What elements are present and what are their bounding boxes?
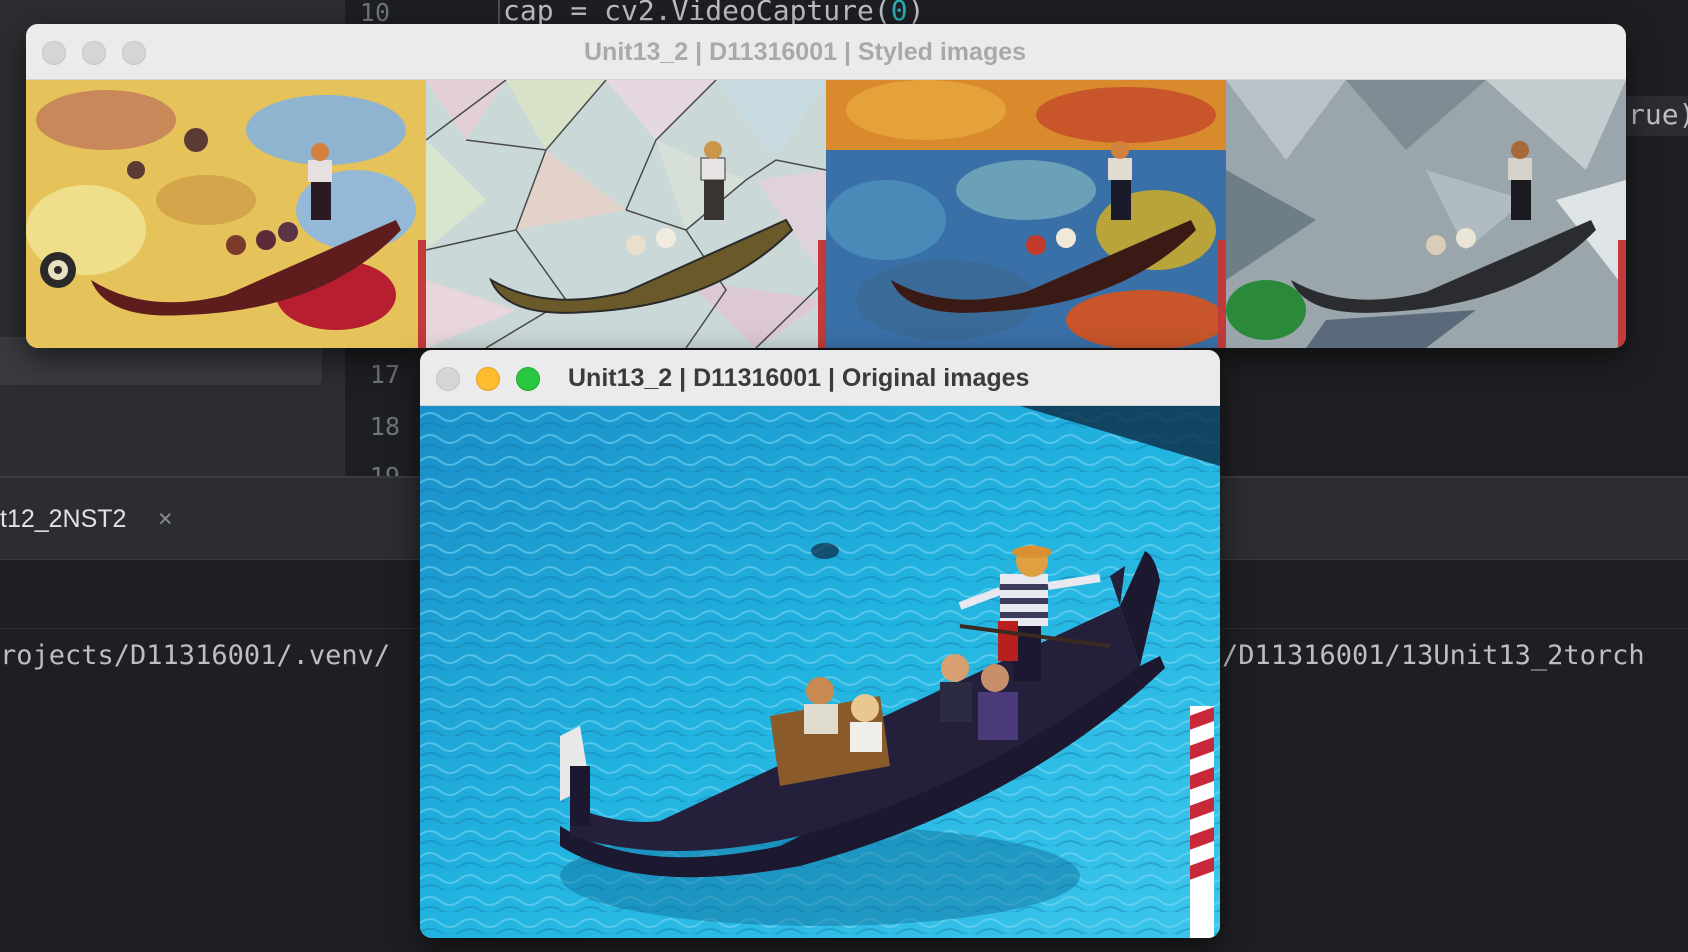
indent-guide (498, 0, 500, 24)
code-line-10[interactable]: cap = cv2.VideoCapture(0) (503, 0, 924, 27)
mosaic-style-image (426, 80, 826, 348)
candy-style-image (26, 80, 426, 348)
console-output-right: /D11316001/13Unit13_2torch (1222, 640, 1645, 671)
maximize-button[interactable] (122, 41, 146, 65)
original-window-titlebar[interactable]: Unit13_2 | D11316001 | Original images (420, 350, 1220, 406)
close-button[interactable] (42, 41, 66, 65)
run-tab[interactable]: t12_2NST2 (0, 505, 126, 534)
styled-images-window[interactable]: Unit13_2 | D11316001 | Styled images (26, 24, 1626, 348)
window-title: Unit13_2 | D11316001 | Styled images (584, 38, 1027, 66)
starry-style-image (826, 80, 1226, 348)
udnie-style-image (1226, 80, 1626, 348)
minimize-button[interactable] (82, 41, 106, 65)
minimize-button[interactable] (476, 367, 500, 391)
close-button[interactable] (436, 367, 460, 391)
original-images-window[interactable]: Unit13_2 | D11316001 | Original images (420, 350, 1220, 938)
window-title: Unit13_2 | D11316001 | Original images (568, 364, 1030, 392)
line-number: 10 (359, 0, 390, 27)
line-number: 18 (369, 412, 400, 441)
maximize-button[interactable] (516, 367, 540, 391)
styled-image-strip (26, 80, 1626, 348)
console-output-left: rojects/D11316001/.venv/ (0, 640, 391, 671)
code-line-fragment: rue) (1620, 96, 1688, 136)
close-icon[interactable]: × (158, 505, 173, 534)
line-number: 17 (369, 360, 400, 389)
original-gondola-photo (420, 406, 1220, 938)
styled-window-titlebar[interactable]: Unit13_2 | D11316001 | Styled images (26, 24, 1626, 80)
